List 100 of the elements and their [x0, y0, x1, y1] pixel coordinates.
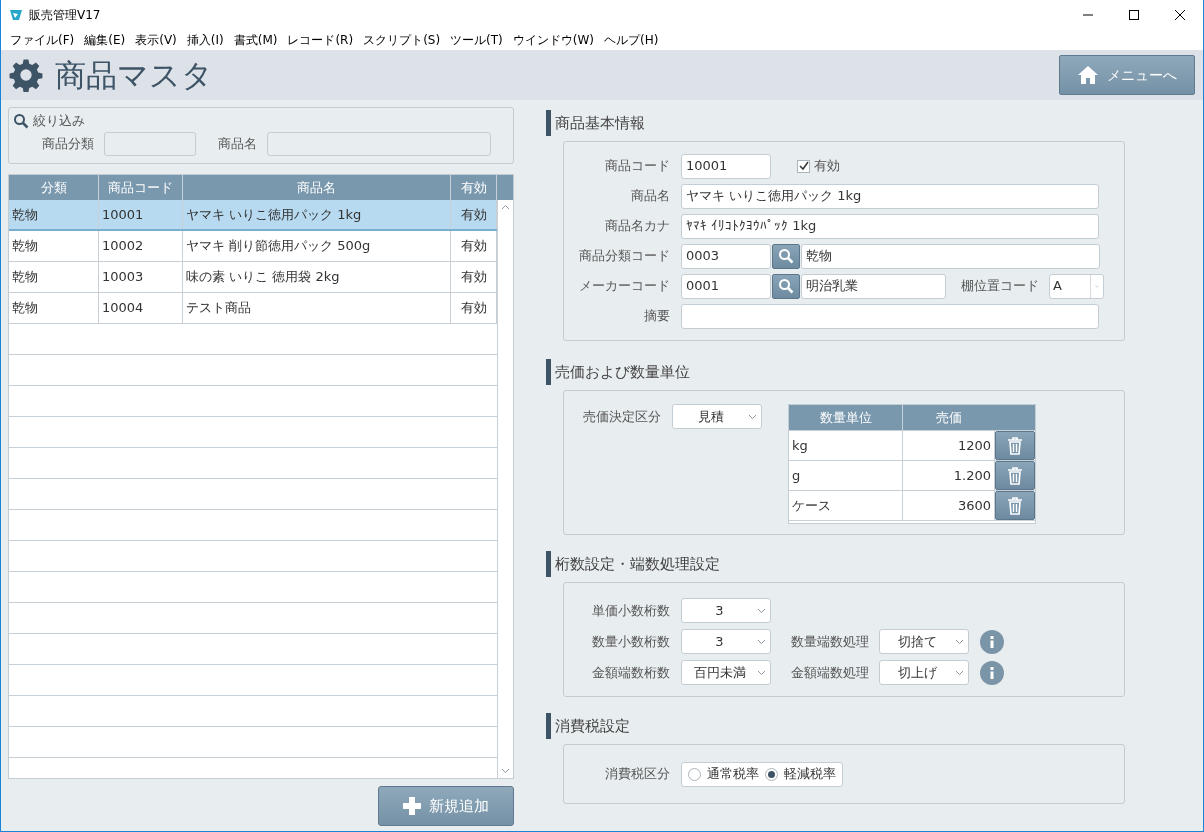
text-field[interactable]: ヤマキ いりこ徳用パック 1kg: [681, 183, 1099, 209]
chevron-down-icon: [757, 638, 766, 645]
filter-title: 絞り込み: [33, 112, 85, 130]
table-cell: 乾物: [9, 293, 99, 323]
info-button[interactable]: [980, 629, 1004, 654]
menu-item[interactable]: 表示(V): [130, 31, 182, 49]
section-title: 消費税設定: [546, 713, 1126, 739]
field-label: 商品分類: [42, 134, 94, 153]
input-field[interactable]: [104, 131, 196, 156]
field-label: 単価小数桁数: [591, 601, 671, 620]
app-logo-icon: [9, 8, 23, 22]
text-field[interactable]: 0003: [681, 243, 771, 269]
delete-button[interactable]: [995, 461, 1035, 490]
field-label: 金額端数処理: [791, 663, 869, 682]
search-button[interactable]: [772, 273, 800, 299]
delete-button[interactable]: [995, 431, 1035, 460]
chevron-down-icon: [955, 669, 964, 676]
table-cell: ヤマキ 削り節徳用パック 500g: [183, 231, 451, 261]
field-label: メーカーコード: [578, 277, 671, 296]
menu-item[interactable]: 書式(M): [228, 31, 283, 49]
field-label: 売価決定区分: [582, 408, 662, 426]
dropdown[interactable]: 百円未満: [681, 660, 771, 685]
gear-icon: [9, 58, 43, 92]
search-button[interactable]: [772, 243, 800, 269]
dropdown[interactable]: 切捨て: [879, 629, 969, 654]
text-field[interactable]: 10001: [681, 153, 771, 179]
plus-icon: [403, 797, 421, 815]
text-field[interactable]: 乾物: [801, 243, 1100, 269]
field-label: 消費税区分: [604, 765, 671, 784]
chevron-down-icon: [757, 607, 766, 614]
menu-item[interactable]: 編集(E): [79, 31, 131, 49]
list-row[interactable]: 乾物 10002 ヤマキ 削り節徳用パック 500g 有効: [9, 231, 497, 262]
info-icon: [990, 666, 994, 679]
field-label: 商品コード: [604, 157, 671, 176]
menu-item[interactable]: レコード(R): [282, 31, 359, 49]
chevron-down-icon: [955, 638, 964, 645]
chevron-down-icon: [757, 669, 766, 676]
section-title: 桁数設定・端数処理設定: [546, 551, 1126, 577]
table-cell: ヤマキ いりこ徳用パック 1kg: [183, 200, 451, 229]
input-field[interactable]: [267, 131, 491, 156]
field-label: 数量端数処理: [791, 632, 869, 651]
trash-icon: [1007, 436, 1023, 455]
dropdown[interactable]: A: [1049, 273, 1104, 299]
text-field[interactable]: 0001: [681, 273, 771, 299]
field-label: 摘要: [643, 307, 671, 326]
table-cell: 10001: [99, 200, 183, 229]
table-cell: 有効: [451, 293, 497, 323]
table-cell: テスト商品: [183, 293, 451, 323]
table-cell: 味の素 いりこ 徳用袋 2kg: [183, 262, 451, 292]
radio-option[interactable]: 軽減税率: [765, 764, 836, 784]
window-title: 販売管理V17: [29, 7, 101, 24]
table-cell: 有効: [451, 200, 497, 229]
table-cell: kg: [789, 431, 903, 460]
table-cell: 10002: [99, 231, 183, 261]
chevron-down-icon: [1090, 274, 1099, 298]
trash-icon: [1007, 496, 1023, 515]
text-field[interactable]: [681, 303, 1099, 329]
table-cell: 有効: [451, 262, 497, 292]
dropdown[interactable]: 見積: [672, 404, 762, 429]
table-cell: 10003: [99, 262, 183, 292]
field-label: 棚位置コード: [961, 277, 1039, 296]
field-label: 金額端数桁数: [591, 663, 671, 682]
menu-item[interactable]: スクリプト(S): [358, 31, 446, 49]
section-title: 売価および数量単位: [546, 359, 1126, 385]
radio-group[interactable]: 通常税率 軽減税率: [681, 761, 843, 787]
field-label: 商品名: [630, 187, 671, 206]
text-field[interactable]: 明治乳業: [801, 273, 946, 299]
menu-item[interactable]: ツール(T): [445, 31, 508, 49]
table-cell: 10004: [99, 293, 183, 323]
section-title: 商品基本情報: [546, 110, 1126, 136]
menu-item[interactable]: ウインドウ(W): [507, 31, 600, 49]
field-label: 商品分類コード: [578, 247, 671, 266]
info-button[interactable]: [980, 660, 1004, 685]
field-label: 商品名カナ: [604, 217, 671, 236]
checkbox[interactable]: [797, 159, 810, 173]
table-cell: 有効: [451, 231, 497, 261]
menu-item[interactable]: ファイル(F): [5, 31, 80, 49]
search-icon: [778, 278, 794, 294]
dropdown[interactable]: 3: [681, 598, 771, 623]
field-label: 商品名: [218, 134, 257, 153]
table-cell: 乾物: [9, 262, 99, 292]
text-field[interactable]: ﾔﾏｷ ｲﾘｺﾄｸﾖｳﾊﾟｯｸ 1kg: [681, 213, 1099, 239]
dropdown[interactable]: 3: [681, 629, 771, 654]
checkbox-label: 有効: [814, 157, 840, 176]
close-icon: [1175, 10, 1185, 20]
chevron-down-icon: [748, 413, 757, 420]
search-icon: [778, 248, 794, 264]
delete-button[interactable]: [995, 491, 1035, 520]
info-icon: [990, 635, 994, 648]
list-row[interactable]: 乾物 10004 テスト商品 有効: [9, 293, 497, 324]
maximize-icon: [1129, 10, 1139, 20]
search-icon: [13, 112, 29, 129]
menu-item[interactable]: 挿入(I): [181, 31, 229, 49]
list-row[interactable]: 乾物 10001 ヤマキ いりこ徳用パック 1kg 有効: [9, 200, 497, 231]
list-row[interactable]: 乾物 10003 味の素 いりこ 徳用袋 2kg 有効: [9, 262, 497, 293]
menu-item[interactable]: ヘルプ(H): [599, 31, 664, 49]
table-cell: ケース: [789, 491, 903, 520]
radio-option[interactable]: 通常税率: [688, 764, 759, 784]
dropdown[interactable]: 切上げ: [879, 660, 969, 685]
page-title: 商品マスタ: [55, 59, 213, 91]
